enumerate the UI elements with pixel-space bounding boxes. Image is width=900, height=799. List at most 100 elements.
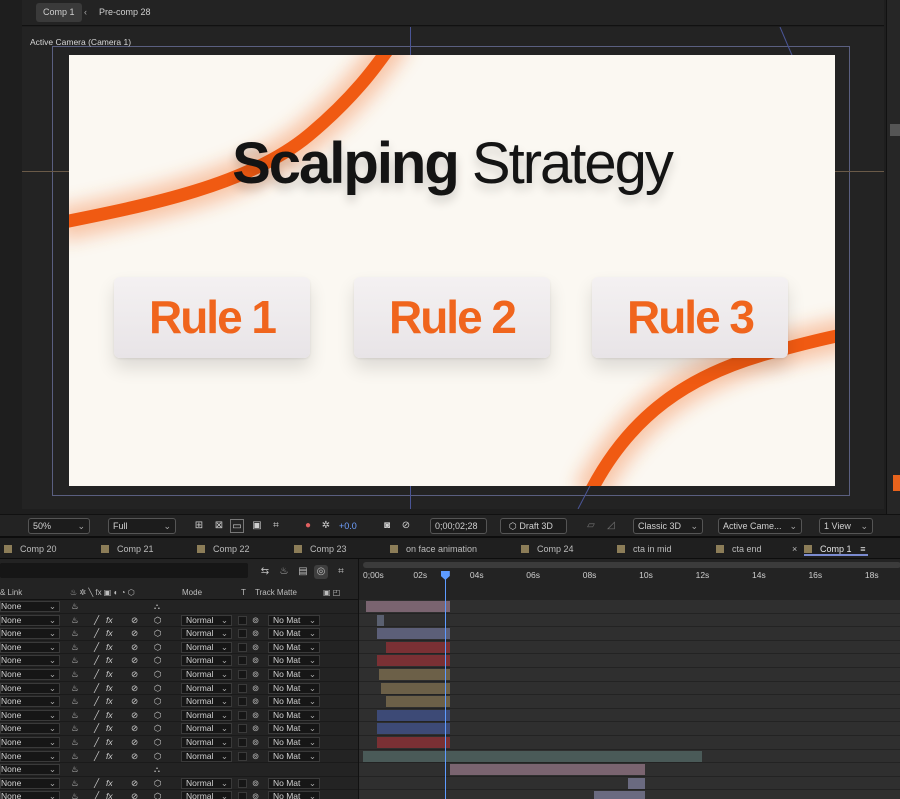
quality-switch-icon[interactable]: ╱ <box>94 751 99 762</box>
adjustment-switch-icon[interactable]: ⊘ <box>131 778 138 789</box>
shy-switch-icon[interactable]: ♨ <box>71 696 79 707</box>
layer-row[interactable]: None ⌄ ♨ ⛬ <box>0 600 358 614</box>
3d-layer-switch-icon[interactable]: ⬡ <box>154 669 161 680</box>
zoom-dropdown[interactable]: 50% ⌄ <box>28 518 90 534</box>
renderer-dropdown[interactable]: Classic 3D ⌄ <box>633 518 703 534</box>
shy-switch-icon[interactable]: ♨ <box>71 791 79 799</box>
adjustment-switch-icon[interactable]: ⊘ <box>131 710 138 721</box>
quality-switch-icon[interactable]: ╱ <box>94 696 99 707</box>
matte-link-icon[interactable]: ⊚ <box>252 751 259 762</box>
layer-row[interactable]: None ⌄ ♨ ╱ fx ⊘ ⬡ Normal ⌄ ⊚ No Mat ⌄ <box>0 668 358 682</box>
blend-mode-dropdown[interactable]: Normal ⌄ <box>181 750 232 762</box>
track-matte-dropdown[interactable]: No Mat ⌄ <box>268 737 320 748</box>
3d-layer-switch-icon[interactable]: ⬡ <box>154 642 161 653</box>
blend-mode-dropdown[interactable]: Normal ⌄ <box>181 723 232 735</box>
effects-switch-icon[interactable]: fx <box>106 696 113 707</box>
parent-dropdown[interactable]: None ⌄ <box>0 601 60 612</box>
layer-row[interactable]: None ⌄ ♨ ⛬ <box>0 763 358 777</box>
shy-switch-icon[interactable]: ♨ <box>71 751 79 762</box>
shy-switch-icon[interactable]: ♨ <box>71 669 79 680</box>
parent-dropdown[interactable]: None ⌄ <box>0 696 60 708</box>
track-matte-dropdown[interactable]: No Mat ⌄ <box>268 696 320 708</box>
shy-switch-icon[interactable]: ♨ <box>71 615 79 626</box>
shy-switch-icon[interactable]: ♨ <box>71 601 79 612</box>
layer-duration-bar[interactable] <box>385 696 451 708</box>
panel-scrollbar[interactable] <box>890 124 900 136</box>
quality-switch-icon[interactable]: ╱ <box>94 642 99 653</box>
matte-link-icon[interactable]: ⊚ <box>252 791 259 799</box>
quality-switch-icon[interactable]: ╱ <box>94 723 99 734</box>
parent-dropdown[interactable]: None ⌄ <box>0 750 60 762</box>
matte-link-icon[interactable]: ⊚ <box>252 628 259 639</box>
blend-mode-dropdown[interactable]: Normal ⌄ <box>181 737 232 748</box>
preserve-transparency-checkbox[interactable] <box>238 697 247 707</box>
t-column[interactable]: T <box>241 588 246 597</box>
track-matte-dropdown[interactable]: No Mat ⌄ <box>268 791 320 799</box>
matte-link-icon[interactable]: ⊚ <box>252 669 259 680</box>
playhead-line[interactable] <box>444 571 446 799</box>
quality-switch-icon[interactable]: ╱ <box>94 669 99 680</box>
layer-duration-bar[interactable] <box>377 709 451 721</box>
matte-link-icon[interactable]: ⊚ <box>252 737 259 748</box>
fast-preview-icon[interactable]: ⊞ <box>192 519 206 533</box>
parent-dropdown[interactable]: None ⌄ <box>0 682 60 694</box>
layer-duration-bar[interactable] <box>365 601 451 612</box>
preserve-transparency-checkbox[interactable] <box>238 683 247 693</box>
timeline-tab-cta-end[interactable]: cta end <box>716 542 762 556</box>
effects-switch-icon[interactable]: fx <box>106 669 113 680</box>
track-matte-dropdown[interactable]: No Mat ⌄ <box>268 641 320 653</box>
track-matte-dropdown[interactable]: No Mat ⌄ <box>268 709 320 721</box>
adjustment-switch-icon[interactable]: ⊘ <box>131 669 138 680</box>
effects-switch-icon[interactable]: fx <box>106 710 113 721</box>
layer-duration-bar[interactable] <box>628 777 646 789</box>
matte-link-icon[interactable]: ⊚ <box>252 778 259 789</box>
timeline-tab-comp-24[interactable]: Comp 24 <box>521 542 574 556</box>
timeline-tab-comp-22[interactable]: Comp 22 <box>197 542 250 556</box>
adjustment-switch-icon[interactable]: ⊘ <box>131 723 138 734</box>
blend-mode-dropdown[interactable]: Normal ⌄ <box>181 669 232 680</box>
matte-link-icon[interactable]: ⊚ <box>252 723 259 734</box>
viewer-tab-precomp-28[interactable]: Pre-comp 28 <box>92 3 158 22</box>
quality-switch-icon[interactable]: ╱ <box>94 628 99 639</box>
3d-layer-switch-icon[interactable]: ⬡ <box>154 737 161 748</box>
shy-switch-icon[interactable]: ♨ <box>71 710 79 721</box>
motion-blur-icon[interactable]: ◎ <box>314 565 328 579</box>
layer-row[interactable]: None ⌄ ♨ ╱ fx ⊘ ⬡ Normal ⌄ ⊚ No Mat ⌄ <box>0 682 358 696</box>
blend-mode-dropdown[interactable]: Normal ⌄ <box>181 682 232 694</box>
timeline-tracks[interactable]: 0;00s 02s 04s 06s 08s 10s 12s 14s 16s 18s <box>358 559 900 799</box>
shy-switch-icon[interactable]: ♨ <box>71 628 79 639</box>
show-snapshot-icon[interactable]: ⊘ <box>399 519 413 533</box>
effects-switch-icon[interactable]: fx <box>106 642 113 653</box>
preserve-transparency-checkbox[interactable] <box>238 738 247 747</box>
layer-row[interactable]: None ⌄ ♨ ╱ fx ⊘ ⬡ Normal ⌄ ⊚ No Mat ⌄ <box>0 709 358 723</box>
track-matte-column[interactable]: Track Matte <box>255 588 297 597</box>
frame-blending-icon[interactable]: ▤ <box>296 565 310 579</box>
shy-layers-icon[interactable]: ♨ <box>277 565 291 579</box>
parent-dropdown[interactable]: None ⌄ <box>0 614 60 626</box>
preserve-transparency-checkbox[interactable] <box>238 751 247 761</box>
parent-dropdown[interactable]: None ⌄ <box>0 669 60 680</box>
adjustment-switch-icon[interactable]: ⊘ <box>131 791 138 799</box>
timeline-tab-on-face-animation[interactable]: on face animation <box>390 542 477 556</box>
view-layout-dropdown[interactable]: 1 View ⌄ <box>819 518 873 534</box>
extended-viewer-icon[interactable]: ◿ <box>604 519 618 533</box>
adjustment-switch-icon[interactable]: ⊘ <box>131 615 138 626</box>
3d-layer-switch-icon[interactable]: ⬡ <box>154 751 161 762</box>
blend-mode-dropdown[interactable]: Normal ⌄ <box>181 614 232 626</box>
current-time-field[interactable]: 0;00;02;28 <box>430 518 487 534</box>
parent-dropdown[interactable]: None ⌄ <box>0 777 60 789</box>
preserve-transparency-checkbox[interactable] <box>238 615 247 625</box>
blend-mode-dropdown[interactable]: Normal ⌄ <box>181 777 232 789</box>
layer-duration-bar[interactable] <box>378 669 451 680</box>
3d-layer-switch-icon[interactable]: ⬡ <box>154 615 161 626</box>
quality-switch-icon[interactable]: ╱ <box>94 655 99 666</box>
track-matte-dropdown[interactable]: No Mat ⌄ <box>268 682 320 694</box>
3d-layer-switch-icon[interactable]: ⬡ <box>154 791 161 799</box>
viewer-tab-comp-1[interactable]: Comp 1 <box>36 3 82 22</box>
layer-duration-bar[interactable] <box>594 791 646 799</box>
preserve-transparency-checkbox[interactable] <box>238 792 247 799</box>
region-of-interest-icon[interactable]: ▭ <box>230 519 244 533</box>
quality-switch-icon[interactable]: ╱ <box>94 683 99 694</box>
effects-switch-icon[interactable]: fx <box>106 615 113 626</box>
track-matte-dropdown[interactable]: No Mat ⌄ <box>268 750 320 762</box>
